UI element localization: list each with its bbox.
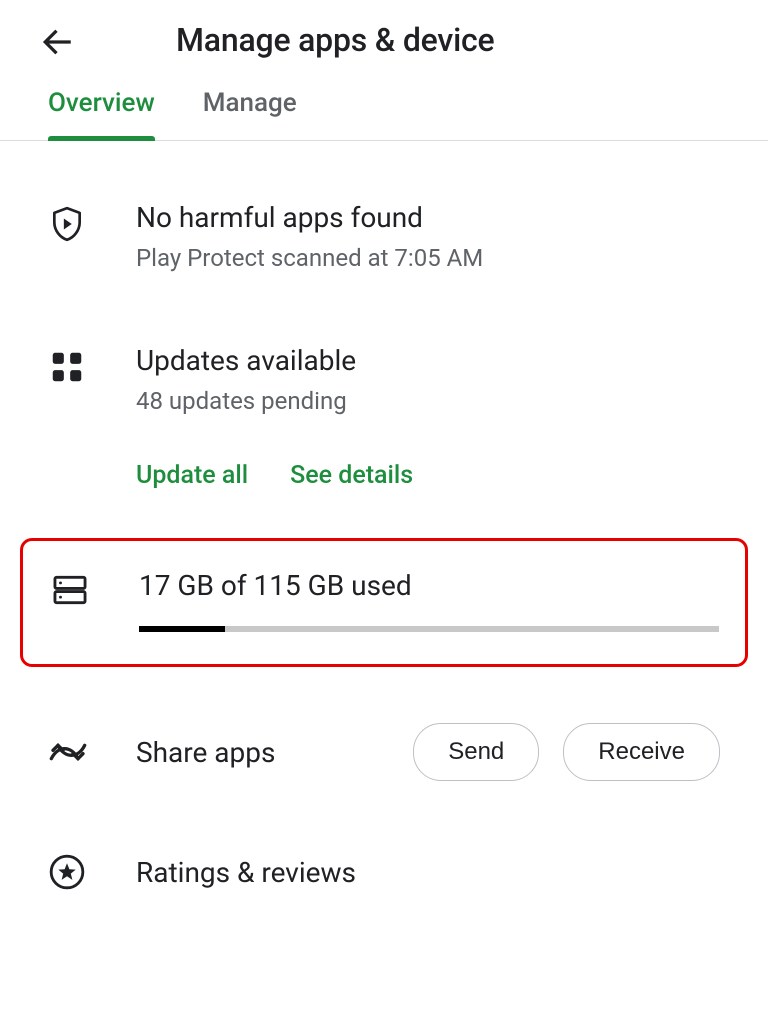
storage-progress-bar — [139, 626, 719, 632]
share-icon — [48, 732, 86, 772]
see-details-button[interactable]: See details — [290, 461, 413, 490]
back-arrow-icon[interactable] — [40, 24, 78, 60]
storage-icon — [51, 571, 89, 609]
tab-manage[interactable]: Manage — [203, 88, 297, 140]
protect-title: No harmful apps found — [136, 201, 720, 234]
receive-button[interactable]: Receive — [563, 723, 720, 781]
share-title: Share apps — [136, 736, 413, 769]
shield-play-icon — [48, 205, 86, 243]
updates-subtitle: 48 updates pending — [136, 387, 720, 415]
ratings-row[interactable]: Ratings & reviews — [0, 853, 768, 891]
updates-row[interactable]: Updates available 48 updates pending Upd… — [0, 344, 768, 490]
protect-subtitle: Play Protect scanned at 7:05 AM — [136, 244, 720, 272]
page-title: Manage apps & device — [176, 21, 495, 59]
storage-text: 17 GB of 115 GB used — [139, 569, 719, 602]
ratings-title: Ratings & reviews — [136, 856, 356, 889]
tab-overview[interactable]: Overview — [48, 88, 155, 140]
storage-row[interactable]: 17 GB of 115 GB used — [20, 538, 748, 667]
tabs: Overview Manage — [0, 88, 768, 141]
update-all-button[interactable]: Update all — [136, 461, 248, 490]
apps-grid-icon — [48, 348, 86, 386]
star-circle-icon — [48, 853, 86, 891]
send-button[interactable]: Send — [413, 723, 539, 781]
play-protect-row[interactable]: No harmful apps found Play Protect scann… — [0, 201, 768, 272]
share-apps-row: Share apps Send Receive — [0, 723, 768, 781]
updates-title: Updates available — [136, 344, 720, 377]
